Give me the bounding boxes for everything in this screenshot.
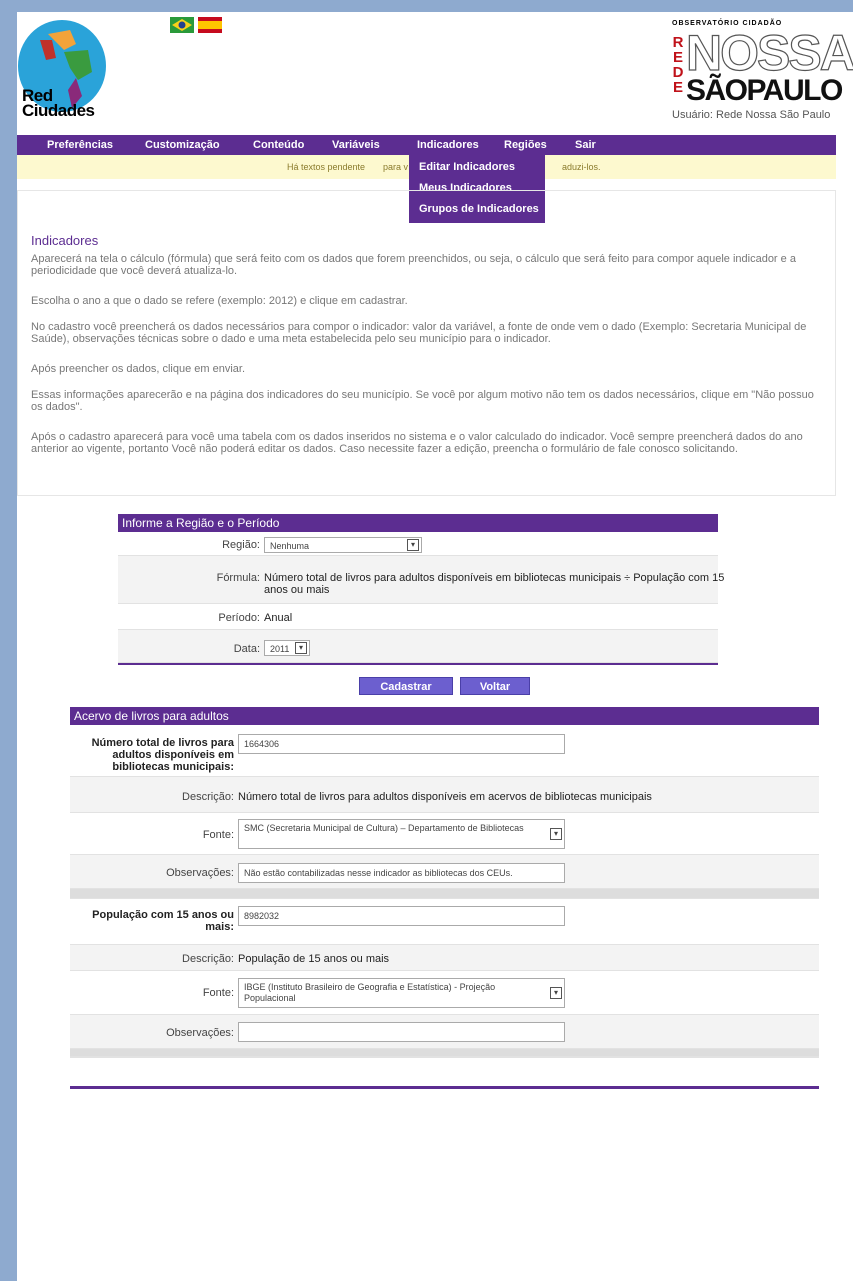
formula-label: Fórmula: <box>216 572 260 584</box>
var1-obs-input[interactable]: Não estão contabilizadas nesse indicador… <box>238 863 565 883</box>
main-nav: Preferências Customização Conteúdo Variá… <box>17 135 836 155</box>
var2-obs-row: Observações: <box>70 1015 819 1049</box>
intro-paragraph-6: Após o cadastro aparecerá para você uma … <box>31 431 803 455</box>
var2-source-row: Fonte: IBGE (Instituto Brasileiro de Geo… <box>70 971 819 1015</box>
nav-regioes[interactable]: Regiões <box>504 135 547 155</box>
chevron-down-icon: ▾ <box>295 642 307 654</box>
notice-text-left: Há textos pendente <box>287 162 366 172</box>
intro-paragraph-1: Aparecerá na tela o cálculo (fórmula) qu… <box>31 253 796 277</box>
var1-desc-value: Número total de livros para adultos disp… <box>238 791 652 803</box>
var1-source-select[interactable]: SMC (Secretaria Municipal de Cultura) – … <box>238 819 565 849</box>
region-row: Região: Nenhuma ▾ <box>118 532 718 556</box>
nav-customizacao[interactable]: Customização <box>145 135 220 155</box>
spain-flag-icon[interactable] <box>198 17 222 33</box>
cadastrar-button[interactable]: Cadastrar <box>359 677 453 695</box>
var1-input[interactable]: 1664306 <box>238 734 565 754</box>
date-select-value: 2011 <box>270 644 290 654</box>
intro-title: Indicadores <box>31 233 99 248</box>
var1-source-label: Fonte: <box>202 829 234 841</box>
data-form-title: Acervo de livros para adultos <box>70 707 819 725</box>
var2-obs-label: Observações: <box>166 1027 234 1039</box>
brazil-flag-icon[interactable] <box>170 17 194 33</box>
red-ciudades-wordmark: Red Ciudades <box>22 86 95 120</box>
data-form: Acervo de livros para adultos Número tot… <box>70 707 819 1089</box>
partner-rede: REDE <box>672 34 684 96</box>
period-row: Período: Anual <box>118 604 718 630</box>
nav-preferencias[interactable]: Preferências <box>47 135 113 155</box>
formula-value: Número total de livros para adultos disp… <box>264 572 725 596</box>
intro-paragraph-2: Escolha o ano a que o dado se refere (ex… <box>31 295 408 307</box>
var1-value-row: Número total de livros para adultos disp… <box>70 725 819 777</box>
nav-indicadores[interactable]: Indicadores <box>417 135 479 155</box>
section-divider <box>70 889 819 899</box>
voltar-button[interactable]: Voltar <box>460 677 530 695</box>
intro-panel: Indicadores Aparecerá na tela o cálculo … <box>17 190 836 496</box>
var2-value-row: População com 15 anos ou mais: 8982032 <box>70 899 819 945</box>
region-select[interactable]: Nenhuma ▾ <box>264 537 422 553</box>
var2-source-select[interactable]: IBGE (Instituto Brasileiro de Geografia … <box>238 978 565 1008</box>
period-value: Anual <box>264 612 293 624</box>
date-row: Data: 2011 ▾ <box>118 630 718 663</box>
region-select-value: Nenhuma <box>270 541 310 551</box>
var2-desc-label: Descrição: <box>182 953 234 965</box>
var1-source-value: SMC (Secretaria Municipal de Cultura) – … <box>244 823 524 833</box>
var1-desc-label: Descrição: <box>182 791 234 803</box>
var2-desc-row: Descrição: População de 15 anos ou mais <box>70 945 819 971</box>
notice-text-middle: para v <box>383 162 409 172</box>
notice-text-right: aduzi-los. <box>562 162 601 172</box>
spacer <box>70 1057 819 1058</box>
chevron-down-icon: ▾ <box>550 987 562 999</box>
var2-source-value: IBGE (Instituto Brasileiro de Geografia … <box>244 982 496 1003</box>
var1-label: Número total de livros para adultos disp… <box>91 737 234 773</box>
intro-paragraph-3: No cadastro você preencherá os dados nec… <box>31 321 807 345</box>
var2-desc-value: População de 15 anos ou mais <box>238 953 390 965</box>
dropdown-editar-indicadores[interactable]: Editar Indicadores <box>419 161 515 173</box>
formula-row: Fórmula: Número total de livros para adu… <box>118 556 724 604</box>
var2-obs-input[interactable] <box>238 1022 565 1042</box>
var2-input[interactable]: 8982032 <box>238 906 565 926</box>
section-divider <box>70 1049 819 1057</box>
region-form: Informe a Região e o Período Região: Nen… <box>118 514 724 665</box>
partner-nossa: NOSSA <box>685 25 853 81</box>
var1-obs-row: Observações: Não estão contabilizadas ne… <box>70 855 819 889</box>
var1-source-row: Fonte: SMC (Secretaria Municipal de Cult… <box>70 813 819 855</box>
period-label: Período: <box>218 612 260 624</box>
var2-source-label: Fonte: <box>202 987 234 999</box>
chevron-down-icon: ▾ <box>407 539 419 551</box>
intro-paragraph-5: Essas informações aparecerão e na página… <box>31 389 814 413</box>
nav-sair[interactable]: Sair <box>575 135 596 155</box>
var1-desc-row: Descrição: Número total de livros para a… <box>70 777 819 813</box>
partner-city: SÃOPAULO <box>686 74 843 107</box>
chevron-down-icon: ▾ <box>550 828 562 840</box>
date-label: Data: <box>233 643 260 655</box>
var1-obs-label: Observações: <box>166 867 234 879</box>
nav-variaveis[interactable]: Variáveis <box>332 135 380 155</box>
var2-label: População com 15 anos ou mais: <box>92 909 234 933</box>
user-label: Usuário: Rede Nossa São Paulo <box>672 109 831 121</box>
nav-conteudo[interactable]: Conteúdo <box>253 135 304 155</box>
intro-paragraph-4: Após preencher os dados, clique em envia… <box>31 363 246 375</box>
date-select[interactable]: 2011 ▾ <box>264 640 310 656</box>
region-form-title: Informe a Região e o Período <box>118 514 718 532</box>
region-label: Região: <box>222 539 260 551</box>
